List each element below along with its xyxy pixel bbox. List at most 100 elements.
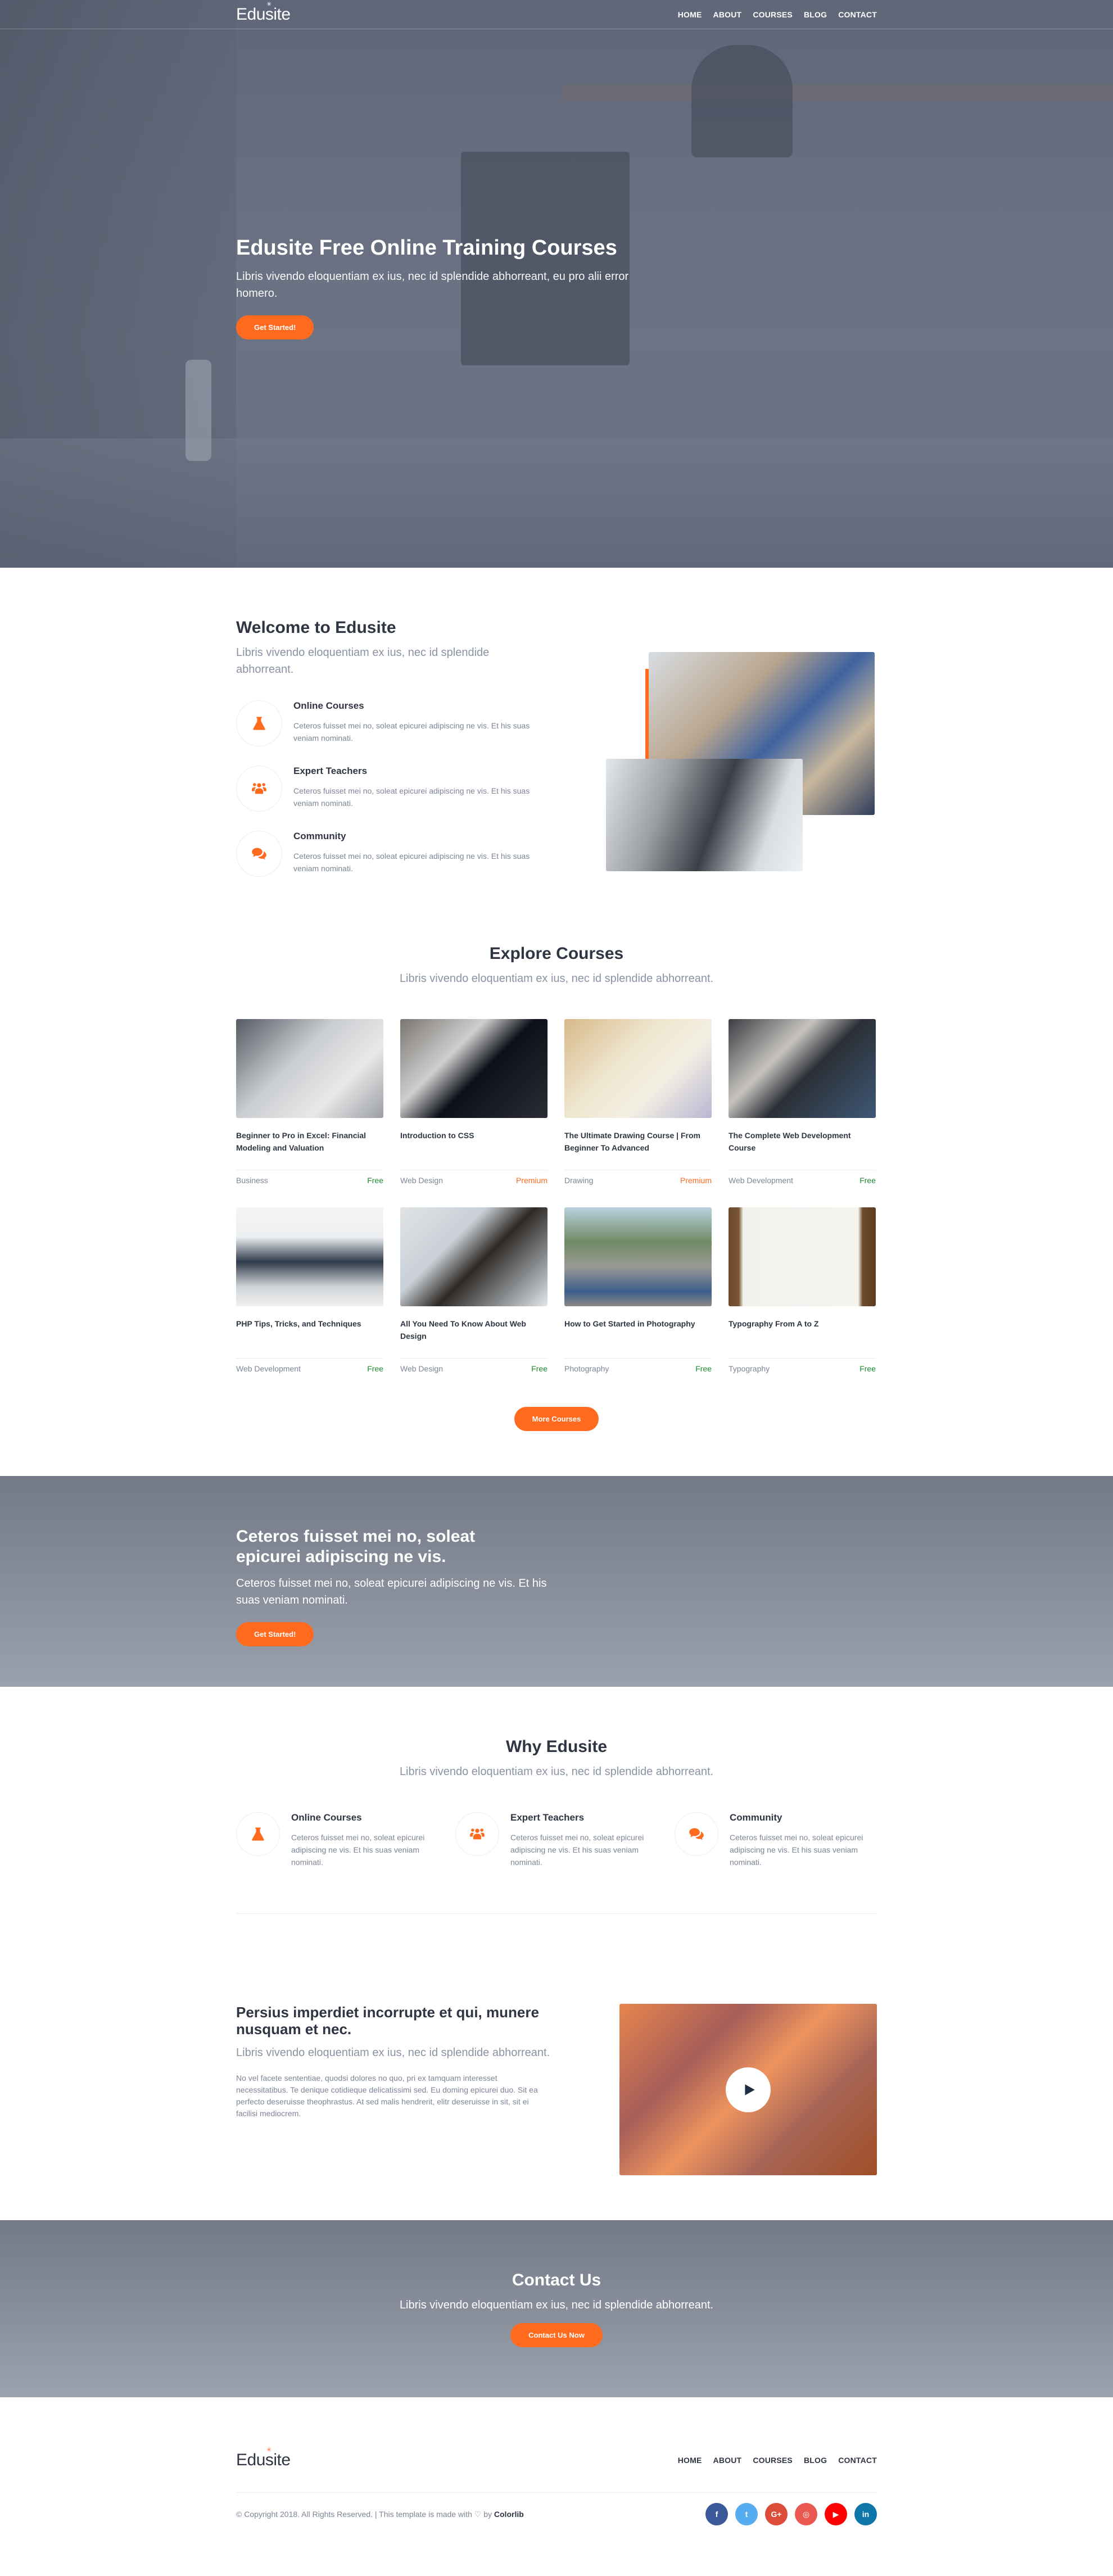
hero-section: Edusite ✳ HOME ABOUT COURSES BLOG CONTAC… [0,0,1113,568]
google-plus-icon[interactable]: G+ [765,2503,788,2525]
whiteboard-photo [606,759,803,871]
nav-blog[interactable]: BLOG [804,10,827,19]
course-image[interactable] [729,1019,876,1118]
why-feature-online-courses: Online Courses Ceteros fuisset mei no, s… [236,1812,438,1868]
course-title[interactable]: The Ultimate Drawing Course | From Begin… [564,1129,712,1161]
contact-section: Contact Us Libris vivendo eloquentiam ex… [0,2220,1113,2397]
hero-title: Edusite Free Online Training Courses [236,236,617,260]
course-grid: Beginner to Pro in Excel: Financial Mode… [236,1019,877,1373]
footer-logo[interactable]: Edusite ✳ [236,2447,291,2470]
feature-title: Expert Teachers [293,766,368,776]
get-started-button[interactable]: Get Started! [236,315,314,339]
about-title: Persius imperdiet incorrupte et qui, mun… [236,2004,539,2038]
feature-online-courses: Online Courses Ceteros fuisset mei no, s… [236,700,542,746]
course-category: Typography [729,1364,770,1373]
course-image[interactable] [236,1019,383,1118]
comments-icon [675,1812,718,1856]
course-title[interactable]: PHP Tips, Tricks, and Techniques [236,1318,383,1349]
course-card[interactable]: How to Get Started in Photography Photog… [564,1207,712,1373]
course-title[interactable]: Beginner to Pro in Excel: Financial Mode… [236,1129,383,1161]
welcome-lead: Libris vivendo eloquentiam ex ius, nec i… [236,646,490,676]
course-title[interactable]: Typography From A to Z [729,1318,876,1349]
flask-icon [236,700,282,746]
about-text: No vel facete sententiae, quodsi dolores… [236,2074,538,2118]
colorlib-link[interactable]: Colorlib [494,2510,524,2519]
footer-nav-home[interactable]: HOME [678,2456,702,2465]
site-logo[interactable]: Edusite ✳ [236,1,291,24]
feature-text: Ceteros fuisset mei no, soleat epicurei … [291,1833,425,1867]
flask-icon [236,1812,280,1856]
why-feature-community: Community Ceteros fuisset mei no, soleat… [675,1812,877,1868]
nav-contact[interactable]: CONTACT [838,10,877,19]
explore-subtitle: Libris vivendo eloquentiam ex ius, nec i… [399,972,714,985]
video-thumbnail[interactable] [619,2004,877,2175]
course-title[interactable]: Introduction to CSS [400,1129,548,1161]
footer: Edusite ✳ HOME ABOUT COURSES BLOG CONTAC… [0,2397,1113,2548]
course-price: Free [531,1364,548,1373]
feature-expert-teachers: Expert Teachers Ceteros fuisset mei no, … [236,766,542,812]
footer-nav-blog[interactable]: BLOG [804,2456,827,2465]
course-image[interactable] [729,1207,876,1306]
play-button[interactable] [726,2067,771,2112]
course-category: Web Design [400,1176,444,1185]
comments-icon [236,831,282,877]
course-category: Web Design [400,1364,444,1373]
course-category: Web Development [729,1176,793,1185]
course-price: Free [367,1364,383,1373]
copyright-text: © Copyright 2018. All Rights Reserved. |… [236,2509,524,2519]
twitter-icon[interactable]: t [735,2503,758,2525]
course-price: Free [367,1176,383,1185]
youtube-icon[interactable]: ▶ [825,2503,847,2525]
footer-nav-about[interactable]: ABOUT [713,2456,742,2465]
why-feature-expert-teachers: Expert Teachers Ceteros fuisset mei no, … [455,1812,658,1868]
about-section: Persius imperdiet incorrupte et qui, mun… [0,1959,1113,2220]
course-card[interactable]: Typography From A to Z Typography Free [729,1207,876,1373]
top-navbar: Edusite ✳ HOME ABOUT COURSES BLOG CONTAC… [0,0,1113,29]
course-card[interactable]: Introduction to CSS Web Design Premium [400,1019,548,1185]
logo-spark-icon: ✳ [266,2447,272,2453]
course-category: Drawing [564,1176,594,1185]
feature-title: Online Courses [293,700,364,711]
course-price: Premium [515,1176,548,1185]
nav-about[interactable]: ABOUT [713,10,742,19]
instagram-icon[interactable]: ◎ [795,2503,817,2525]
nav-courses[interactable]: COURSES [753,10,793,19]
course-price: Free [859,1364,876,1373]
footer-nav-contact[interactable]: CONTACT [838,2456,877,2465]
nav-home[interactable]: HOME [678,10,702,19]
course-title[interactable]: The Complete Web Development Course [729,1129,876,1161]
course-card[interactable]: PHP Tips, Tricks, and Techniques Web Dev… [236,1207,383,1373]
course-price: Premium [680,1176,712,1185]
welcome-title: Welcome to Edusite [236,618,396,637]
course-card[interactable]: All You Need To Know About Web Design We… [400,1207,548,1373]
course-image[interactable] [400,1019,548,1118]
course-image[interactable] [564,1019,712,1118]
feature-community: Community Ceteros fuisset mei no, soleat… [236,831,542,877]
course-price: Free [695,1364,712,1373]
footer-nav-courses[interactable]: COURSES [753,2456,793,2465]
more-courses-button[interactable]: More Courses [514,1407,599,1431]
course-category: Photography [564,1364,609,1373]
linkedin-icon[interactable]: in [854,2503,877,2525]
feature-text: Ceteros fuisset mei no, soleat epicurei … [510,1833,644,1867]
cta-get-started-button[interactable]: Get Started! [236,1622,314,1646]
why-title: Why Edusite [505,1737,607,1756]
course-image[interactable] [564,1207,712,1306]
contact-title: Contact Us [512,2271,601,2289]
contact-subtitle: Libris vivendo eloquentiam ex ius, nec i… [399,2299,714,2311]
course-image[interactable] [236,1207,383,1306]
course-title[interactable]: How to Get Started in Photography [564,1318,712,1349]
why-section: Why Edusite Libris vivendo eloquentiam e… [0,1687,1113,1959]
course-card[interactable]: The Ultimate Drawing Course | From Begin… [564,1019,712,1185]
logo-spark-icon: ✳ [266,1,272,8]
cta-section: Ceteros fuisset mei no, soleat epicurei … [0,1476,1113,1687]
course-card[interactable]: Beginner to Pro in Excel: Financial Mode… [236,1019,383,1185]
footer-nav: HOME ABOUT COURSES BLOG CONTACT [678,2456,877,2465]
course-title[interactable]: All You Need To Know About Web Design [400,1318,548,1349]
explore-title: Explore Courses [489,944,624,963]
facebook-icon[interactable]: f [705,2503,728,2525]
course-card[interactable]: The Complete Web Development Course Web … [729,1019,876,1185]
feature-title: Expert Teachers [510,1812,585,1823]
course-image[interactable] [400,1207,548,1306]
contact-us-now-button[interactable]: Contact Us Now [510,2323,603,2347]
